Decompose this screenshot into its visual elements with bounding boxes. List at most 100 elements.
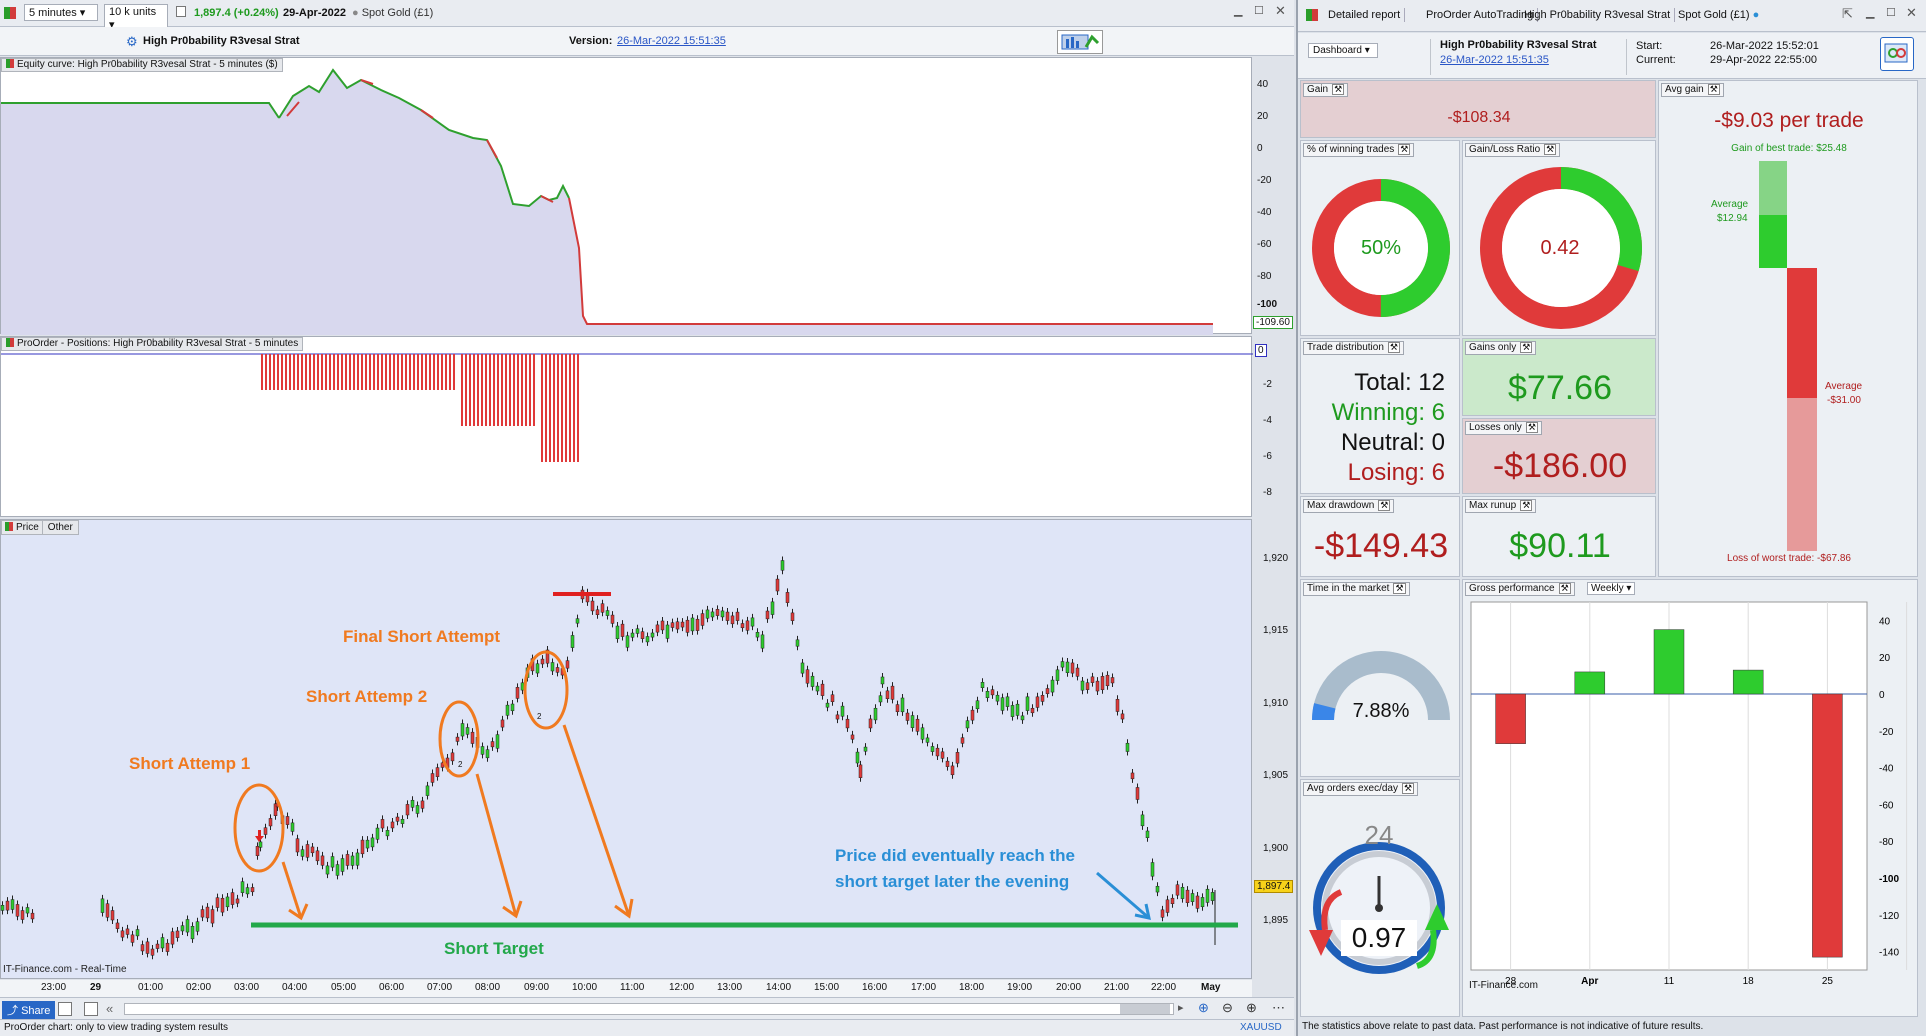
candle [565,660,570,669]
wrench-icon[interactable]: ⚒ [1332,84,1345,95]
candle [500,719,505,728]
attempt1-circle [233,783,285,873]
candle [795,639,800,647]
equity-ytick: 0 [1257,143,1263,154]
equity-ytick: -80 [1257,271,1272,282]
average-neg-value: -$31.00 [1827,395,1861,406]
candle [980,682,985,688]
version-link[interactable]: 26-Mar-2022 15:51:35 [617,35,726,47]
candle [1065,661,1070,673]
position-bar [561,354,563,462]
export-icon[interactable] [84,1002,98,1016]
maximize-icon[interactable]: ☐ [1254,4,1264,17]
candle [295,838,300,853]
zoom-out-icon[interactable]: ⊖ [1222,1000,1233,1016]
tab-instrument[interactable]: Spot Gold (£1) ● [1674,8,1763,22]
share-button[interactable]: ⤴ Share [2,1001,56,1019]
price-xtick: 06:00 [379,982,405,993]
detach-icon[interactable]: ⇱ [1842,6,1853,22]
position-bar [469,354,471,426]
scrollbar-thumb[interactable] [1120,1004,1170,1014]
report-close-icon[interactable]: ✕ [1906,5,1917,21]
gross-xtick: 18 [1743,976,1755,987]
wrench-icon[interactable]: ⚒ [1707,84,1720,95]
scroll-left-icon[interactable]: « [106,1001,113,1016]
candle [1000,697,1005,711]
best-trade-label: Gain of best trade: $25.48 [1731,143,1847,154]
candle [1010,705,1015,717]
candle [910,715,915,728]
avg-orders-value: 0.97 [1341,920,1417,956]
report-view-icon[interactable] [1880,37,1914,71]
info-icon[interactable] [176,6,186,17]
report-version[interactable]: 26-Mar-2022 15:51:35 [1430,54,1549,66]
wrench-icon[interactable]: ⚒ [1520,500,1533,511]
position-bar [301,354,303,390]
position-bar [325,354,327,390]
candle [120,930,125,938]
status-bar: ProOrder chart: only to view trading sys… [0,1019,1294,1036]
candle [485,749,490,759]
wrench-icon[interactable]: ⚒ [1378,500,1391,511]
trade-distribution-cell: Trade distribution ⚒ Total: 12 Winning: 6… [1300,338,1460,494]
price-xtick: May [1201,982,1221,993]
price-xtick: 21:00 [1104,982,1130,993]
zoom-fit-icon[interactable]: ⊕ [1198,1000,1209,1016]
tab-strategy[interactable]: High Pr0bability R3vesal Strat [1520,8,1676,22]
candle [1070,662,1075,674]
candle [820,683,825,696]
candle [868,718,873,729]
candle [195,921,200,932]
close-icon[interactable]: ✕ [1275,3,1286,19]
candle [685,619,690,633]
gross-bar [1495,693,1526,744]
annotation-note2: short target later the evening [835,872,1070,891]
candle [160,937,165,949]
chart-bottom-toolbar: ⤴ Share « ▸ ⊕ ⊖ ⊕ ⋯ [0,997,1294,1019]
price-xtick: 04:00 [282,982,308,993]
candle [720,610,725,618]
candle [665,624,670,639]
price-xtick: 05:00 [331,982,357,993]
dashboard-select[interactable]: Dashboard ▾ [1308,43,1378,58]
wrench-icon[interactable]: ⚒ [1525,422,1538,433]
candle [1160,909,1165,918]
candle [300,849,305,857]
report-minimize-icon[interactable]: ▁ [1866,6,1874,19]
scroll-right-icon[interactable]: ▸ [1178,1001,1184,1014]
zoom-in-icon[interactable]: ⊕ [1246,1000,1257,1016]
candle [480,746,485,755]
position-bar [285,354,287,390]
position-bar [485,354,487,426]
wrench-icon[interactable]: ⚒ [1520,342,1533,353]
candle [175,930,180,938]
minimize-icon[interactable]: ▁ [1234,4,1242,17]
dist-total: Total: 12 [1354,369,1445,396]
candle [225,896,230,908]
candle [920,727,925,740]
report-maximize-icon[interactable]: ☐ [1886,6,1896,19]
screenshot-icon[interactable] [58,1002,72,1016]
candle [745,620,750,631]
position-bar [545,354,547,462]
quote-date: 29-Apr-2022 [283,7,346,19]
position-bar [393,354,395,390]
tab-detailed-report[interactable]: Detailed report [1324,8,1406,22]
settings-icon[interactable]: ⋯ [1272,1000,1285,1016]
wrench-icon[interactable]: ⚒ [1387,342,1400,353]
scrollbar-track[interactable] [124,1003,1174,1015]
candle [130,934,135,943]
position-bar [365,354,367,390]
timeframe-select[interactable]: 5 minutes ▾ [24,4,98,21]
gross-ytick: 40 [1879,616,1891,627]
position-bar [333,354,335,390]
current-label: Current: [1636,54,1676,66]
position-bar [273,354,275,390]
candle [1005,696,1010,707]
position-bar [265,354,267,390]
position-bar [293,354,295,390]
time-market-value: 7.88% [1352,700,1410,722]
position-bar [389,354,391,390]
position-bar [385,354,387,390]
report-icon[interactable] [1057,30,1103,54]
